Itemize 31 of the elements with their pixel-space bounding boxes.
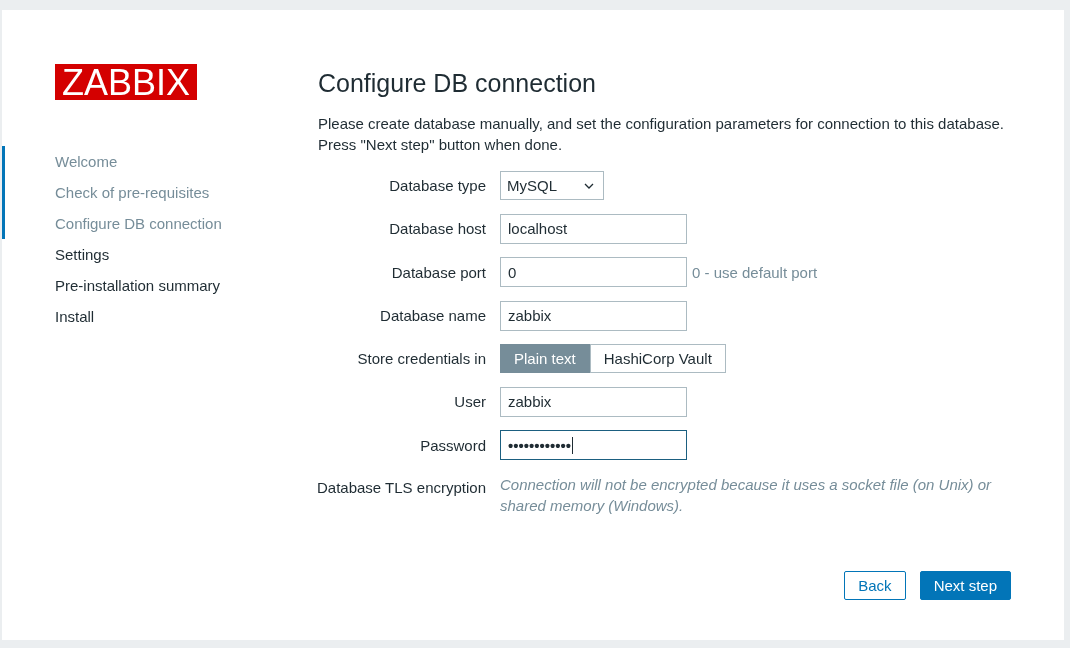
text-field[interactable]: zabbix xyxy=(500,300,687,331)
step-item: Settings xyxy=(54,245,110,265)
step-item: Configure DB connection xyxy=(2,208,222,239)
radio-option[interactable]: HashiCorp Vault xyxy=(589,344,726,373)
step-item: Install xyxy=(54,307,95,327)
field-label: Database host xyxy=(389,219,486,239)
text-field[interactable]: zabbix xyxy=(500,386,687,417)
hint-text: 0 - use default port xyxy=(692,263,818,281)
select-field[interactable]: MySQL xyxy=(500,171,604,200)
description-text: Press "Next step" button when done. xyxy=(318,135,563,155)
description-text: Please create database manually, and set the configuration parameters for connection to this database. xyxy=(318,114,1004,134)
field-label: Store credentials in xyxy=(357,349,486,369)
page-title: Configure DB connection xyxy=(318,68,597,98)
field-label: User xyxy=(454,392,486,412)
text-field[interactable]: 0 xyxy=(500,257,687,287)
chevron-down-icon xyxy=(584,182,594,189)
field-label: Database port xyxy=(391,262,486,283)
logo: ZABBIX xyxy=(55,64,197,100)
field-label: Database type xyxy=(389,176,486,196)
text-cursor-icon xyxy=(572,436,574,454)
back-button[interactable]: Back xyxy=(844,571,906,600)
next-button[interactable]: Next step xyxy=(919,571,1011,600)
step-item: Check of pre-requisites xyxy=(2,177,210,208)
step-item: Welcome xyxy=(2,146,118,177)
password-field[interactable]: •••••••••••• xyxy=(500,430,687,460)
note-text: Connection will not be encrypted because it uses a socket file (on Unix) or shared memory (Windows). xyxy=(500,474,993,516)
text-field[interactable]: localhost xyxy=(500,213,687,244)
step-item: Pre-installation summary xyxy=(54,276,221,296)
field-label: Password xyxy=(420,435,486,456)
field-label: Database TLS encryption xyxy=(317,477,486,498)
field-label: Database name xyxy=(380,306,486,326)
